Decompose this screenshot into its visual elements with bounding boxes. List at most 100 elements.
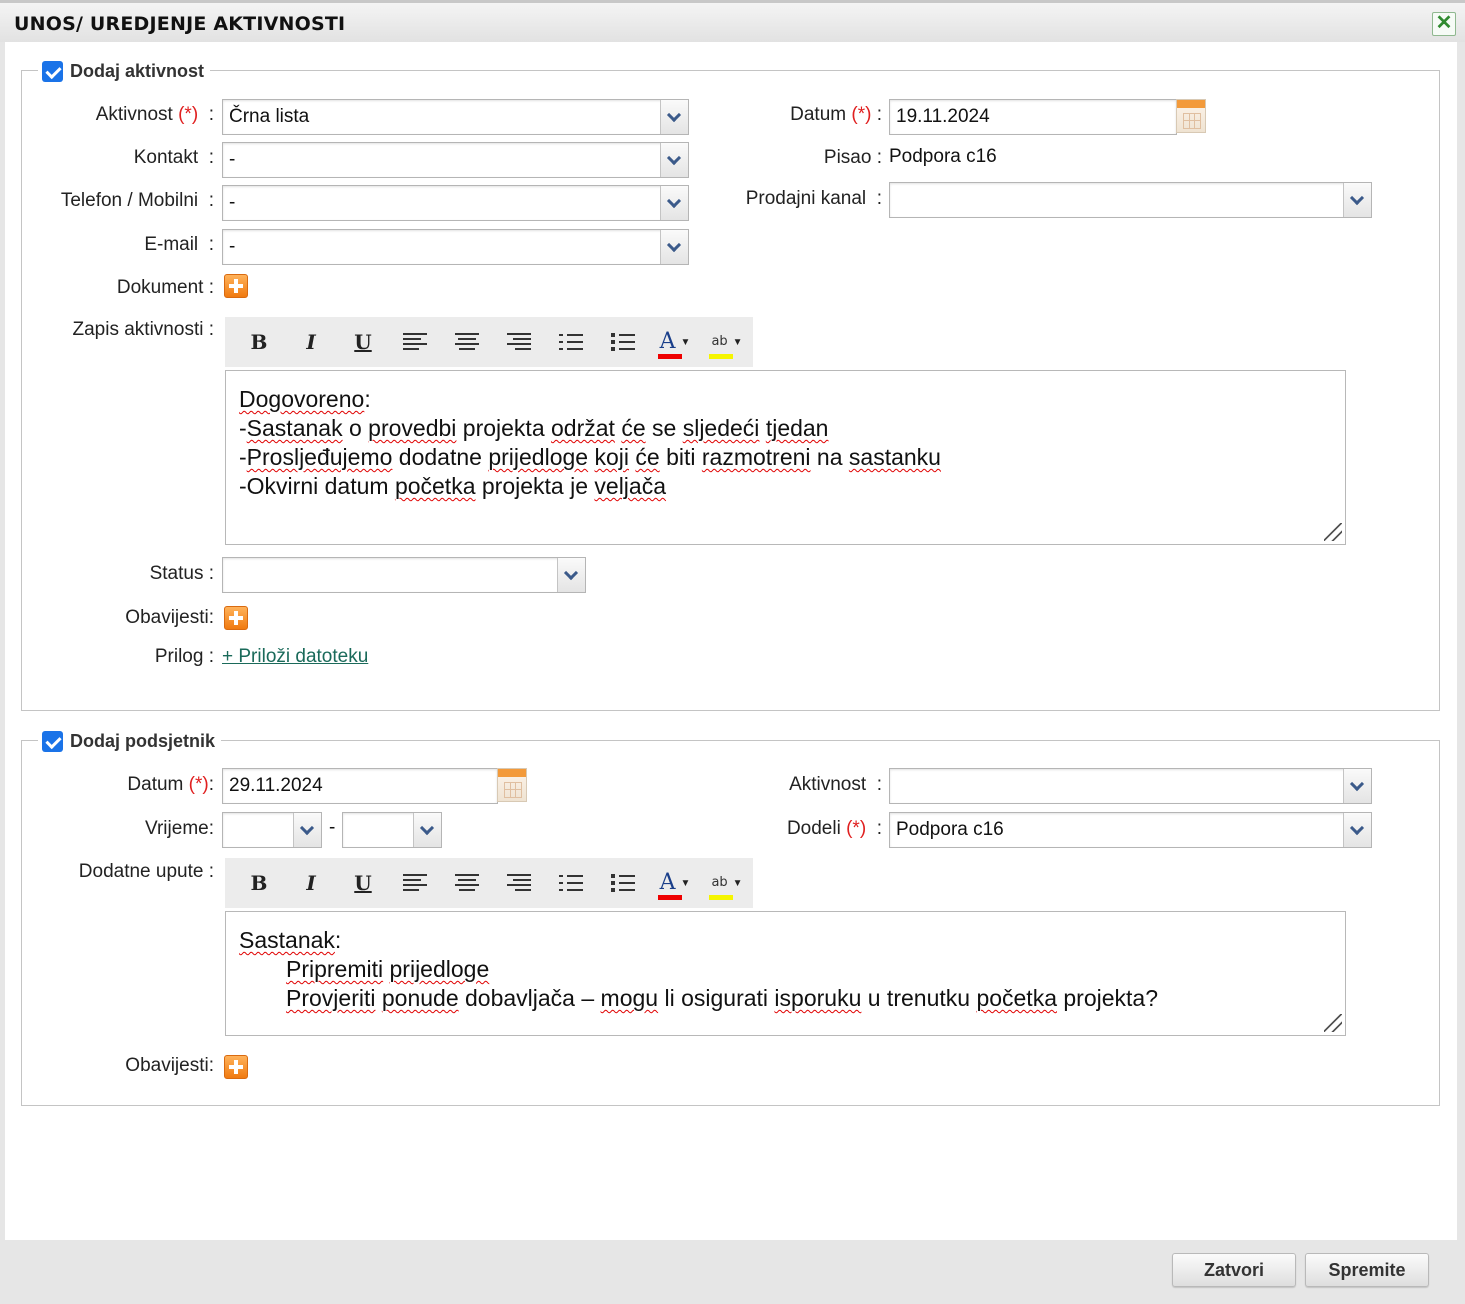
- chevron-down-icon[interactable]: [293, 813, 321, 847]
- add-notification-icon[interactable]: [224, 1055, 248, 1079]
- highlight-button[interactable]: ab ▼: [701, 324, 753, 360]
- reminder-legend-label: Dodaj podsjetnik: [70, 730, 216, 751]
- vrijeme-to-select[interactable]: [342, 812, 442, 848]
- editor-line: -Sastanak o provedbi projekta održat će …: [239, 415, 829, 441]
- editor-line: -Prosljeđujemo dodatne prijedloge koji ć…: [239, 444, 941, 470]
- email-label: E-mail :: [144, 234, 214, 255]
- align-center-icon: [455, 333, 479, 351]
- chevron-down-icon[interactable]: [413, 813, 441, 847]
- align-right-icon: [507, 333, 531, 351]
- calendar-icon[interactable]: [1176, 99, 1206, 133]
- close-icon[interactable]: ✕: [1432, 12, 1456, 36]
- zapis-editor[interactable]: Dogovoreno: -Sastanak o provedbi projekt…: [225, 370, 1346, 545]
- align-right-button[interactable]: [493, 865, 545, 901]
- reminder-aktivnost-label: Aktivnost :: [789, 774, 882, 795]
- underline-button[interactable]: U: [337, 324, 389, 360]
- ordered-list-button[interactable]: [545, 865, 597, 901]
- font-color-button[interactable]: A ▼: [649, 324, 701, 360]
- activity-legend[interactable]: Dodaj aktivnost: [38, 59, 211, 83]
- telefon-label: Telefon / Mobilni :: [60, 190, 214, 211]
- italic-button[interactable]: I: [285, 324, 337, 360]
- email-select[interactable]: -: [222, 229, 689, 265]
- upute-label: Dodatne upute :: [78, 861, 214, 882]
- editor-line: Dogovoreno:: [239, 386, 371, 412]
- attach-file-link[interactable]: + Priloži datoteku: [222, 646, 368, 668]
- activity-legend-label: Dodaj aktivnost: [70, 60, 205, 81]
- reminder-datum-input[interactable]: 29.11.2024: [222, 768, 498, 804]
- ordered-list-button[interactable]: [545, 324, 597, 360]
- vrijeme-label: Vrijeme:: [145, 818, 214, 839]
- reminder-obavijesti-label: Obavijesti:: [125, 1055, 214, 1076]
- chevron-down-icon[interactable]: [660, 230, 688, 264]
- ordered-list-icon: [559, 874, 583, 892]
- ordered-list-icon: [559, 333, 583, 351]
- checkbox-checked-icon[interactable]: [42, 730, 63, 752]
- underline-button[interactable]: U: [337, 865, 389, 901]
- unordered-list-button[interactable]: [597, 865, 649, 901]
- prilog-label: Prilog :: [154, 646, 214, 667]
- unordered-list-button[interactable]: [597, 324, 649, 360]
- highlight-button[interactable]: ab ▼: [701, 865, 753, 901]
- align-right-button[interactable]: [493, 324, 545, 360]
- save-button[interactable]: Spremite: [1305, 1253, 1429, 1287]
- dokument-label: Dokument :: [116, 277, 214, 298]
- pisao-label: Pisao :: [823, 147, 882, 168]
- aktivnost-label: Aktivnost (*) :: [95, 104, 214, 125]
- chevron-down-icon[interactable]: [1343, 769, 1371, 803]
- close-button[interactable]: Zatvori: [1172, 1253, 1296, 1287]
- reminder-legend[interactable]: Dodaj podsjetnik: [38, 729, 222, 753]
- editor-line: Pripremiti prijedloge: [286, 956, 490, 982]
- vrijeme-separator: -: [329, 817, 336, 838]
- chevron-down-icon[interactable]: [1343, 183, 1371, 217]
- upute-editor[interactable]: Sastanak: Pripremiti prijedloge Provjeri…: [225, 911, 1346, 1036]
- resize-handle[interactable]: [1324, 1014, 1342, 1032]
- kanal-select[interactable]: [889, 182, 1372, 218]
- italic-button[interactable]: I: [285, 865, 337, 901]
- vrijeme-from-select[interactable]: [222, 812, 322, 848]
- status-select[interactable]: [222, 557, 586, 593]
- resize-handle[interactable]: [1324, 523, 1342, 541]
- datum-label: Datum (*) :: [790, 104, 882, 125]
- editor-toolbar: B I U A ▼ ab ▼: [225, 858, 753, 908]
- bold-button[interactable]: B: [233, 324, 285, 360]
- bold-button[interactable]: B: [233, 865, 285, 901]
- font-color-icon: A: [657, 872, 682, 900]
- editor-line: Sastanak:: [239, 927, 342, 953]
- align-center-button[interactable]: [441, 324, 493, 360]
- align-left-icon: [403, 874, 427, 892]
- add-notification-icon[interactable]: [224, 606, 248, 630]
- kontakt-select[interactable]: -: [222, 142, 689, 178]
- chevron-down-icon[interactable]: [660, 186, 688, 220]
- add-document-icon[interactable]: [224, 274, 248, 298]
- status-label: Status :: [149, 563, 214, 584]
- calendar-icon[interactable]: [497, 768, 527, 802]
- aktivnost-select[interactable]: Črna lista: [222, 99, 689, 135]
- editor-line: Provjeriti ponude dobavljača – mogu li o…: [286, 985, 1159, 1011]
- telefon-select[interactable]: -: [222, 185, 689, 221]
- reminder-aktivnost-select[interactable]: [889, 768, 1372, 804]
- dodeli-select[interactable]: Podpora c16: [889, 812, 1372, 848]
- checkbox-checked-icon[interactable]: [42, 60, 63, 82]
- kontakt-label: Kontakt :: [133, 147, 214, 168]
- chevron-down-icon[interactable]: [660, 100, 688, 134]
- align-left-button[interactable]: [389, 865, 441, 901]
- pisao-value: Podpora c16: [889, 146, 997, 167]
- highlight-icon: ab: [709, 335, 734, 359]
- font-color-icon: A: [657, 331, 682, 359]
- chevron-down-icon[interactable]: [1343, 813, 1371, 847]
- align-center-button[interactable]: [441, 865, 493, 901]
- unordered-list-icon: [611, 333, 635, 351]
- font-color-button[interactable]: A ▼: [649, 865, 701, 901]
- align-left-icon: [403, 333, 427, 351]
- align-left-button[interactable]: [389, 324, 441, 360]
- editor-line: -Okvirni datum početka projekta je velja…: [239, 473, 667, 499]
- dialog-titlebar: UNOS/ UREDJENJE AKTIVNOSTI ✕: [0, 0, 1465, 42]
- chevron-down-icon[interactable]: [557, 558, 585, 592]
- chevron-down-icon[interactable]: [660, 143, 688, 177]
- unordered-list-icon: [611, 874, 635, 892]
- kanal-label: Prodajni kanal :: [745, 188, 882, 209]
- align-right-icon: [507, 874, 531, 892]
- zapis-label: Zapis aktivnosti :: [72, 319, 215, 340]
- align-center-icon: [455, 874, 479, 892]
- datum-input[interactable]: 19.11.2024: [889, 99, 1177, 135]
